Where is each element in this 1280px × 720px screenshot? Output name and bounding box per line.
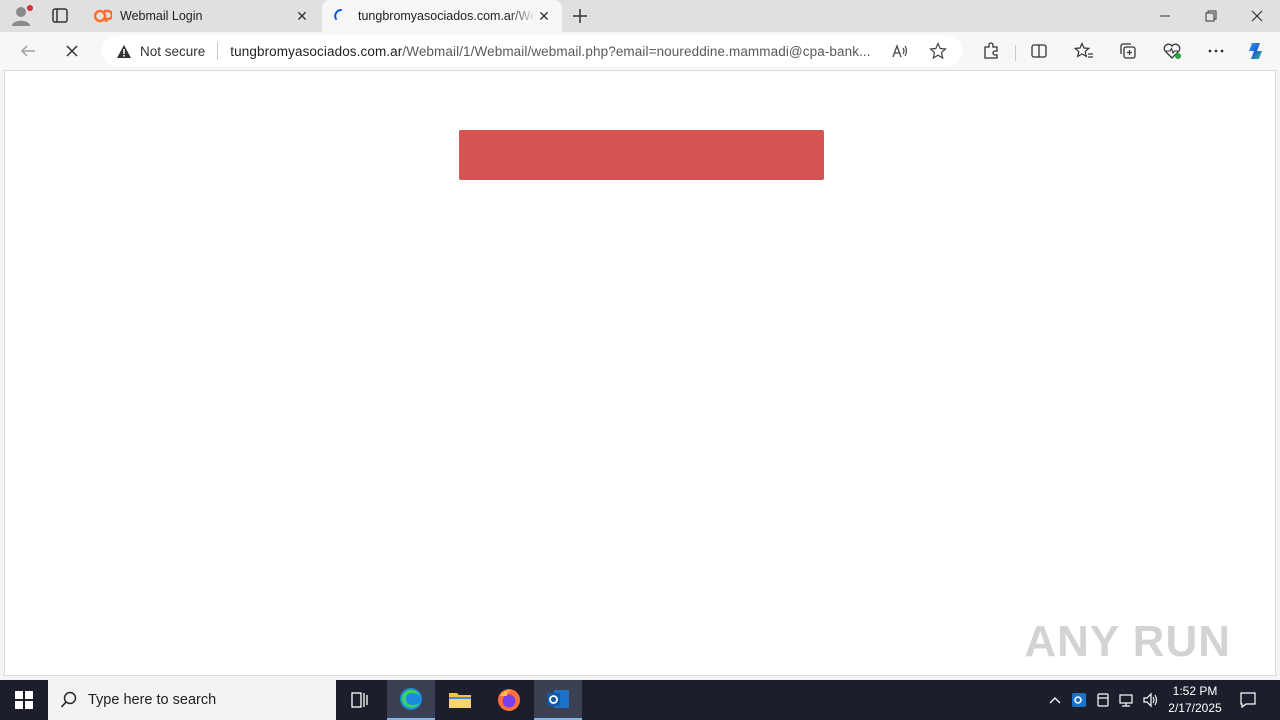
minimize-icon [1160,15,1170,17]
task-view-button[interactable] [336,680,384,720]
tab-current-page[interactable]: tungbromyasociados.com.ar/Webmail/1/Webm… [322,0,562,32]
tray-device[interactable] [1093,690,1113,710]
back-button[interactable] [14,38,42,64]
folder-icon [449,693,471,708]
tab-strip: Webmail Login ✕ tungbromyasociados.com.a… [0,0,1280,32]
tab-close-icon[interactable]: ✕ [294,8,310,24]
url-host: tungbromyasociados.com.ar [230,43,403,59]
taskbar-file-explorer[interactable] [436,680,484,720]
system-clock[interactable]: 1:52 PM 2/17/2025 [1162,683,1228,717]
read-aloud-icon [892,44,908,58]
tab-close-icon[interactable]: ✕ [536,8,552,24]
volume-icon [1143,692,1158,708]
chevron-up-icon [1049,697,1061,704]
close-icon [1251,10,1263,22]
task-view-icon [351,692,368,708]
read-aloud-button[interactable] [888,41,912,61]
tray-outlook[interactable] [1069,690,1089,710]
split-screen-button[interactable] [1027,40,1051,62]
warning-icon [117,44,131,58]
search-placeholder: Type here to search [88,692,217,708]
favorites-button[interactable] [1072,40,1096,62]
stop-icon [66,45,78,57]
watermark-text: ANY RUN [1024,617,1231,666]
start-button[interactable] [0,680,48,720]
browser-toolbar: Not secure tungbromyasociados.com.ar/Web… [0,32,1280,70]
collections-button[interactable] [1116,40,1140,62]
address-bar[interactable]: Not secure tungbromyasociados.com.ar/Web… [102,35,962,67]
tab-webmail-login[interactable]: Webmail Login ✕ [84,0,320,32]
clock-time: 1:52 PM [1172,684,1218,698]
error-banner [459,130,824,180]
restore-button[interactable] [1188,0,1234,32]
star-icon [929,42,947,60]
outlook-tray-icon [1072,693,1086,707]
anyrun-watermark: ANY RUN [1024,617,1231,667]
outlook-icon [547,690,569,708]
network-icon [1119,694,1133,707]
profile-button[interactable] [8,4,36,28]
heart-pulse-icon [1163,43,1181,59]
security-label: Not secure [140,43,206,59]
clock-date: 2/17/2025 [1168,701,1222,715]
close-window-button[interactable] [1234,0,1280,32]
tray-network[interactable] [1117,690,1137,710]
url-path: /Webmail/1/Webmail/webmail.php?email=nou… [402,43,871,59]
arrow-left-icon [20,45,35,57]
cpanel-logo-icon [94,7,112,25]
split-screen-icon [1031,44,1047,58]
puzzle-icon [984,42,998,59]
firefox-icon [498,689,520,711]
favorite-button[interactable] [926,41,950,61]
tab-title: Webmail Login [120,9,203,23]
device-icon [1097,693,1109,707]
copilot-button[interactable] [1245,40,1269,62]
tab-actions-icon [52,8,68,23]
show-hidden-icons-button[interactable] [1045,690,1065,710]
tab-title: tungbromyasociados.com.ar/Webmail/1/Webm… [358,9,536,23]
search-icon [60,691,77,708]
windows-taskbar: Type here to search 1:52 PM 2/17/2025 [0,680,1280,720]
stop-loading-button[interactable] [58,38,86,64]
collections-icon [1120,43,1136,59]
windows-logo-icon [15,691,33,709]
new-tab-button[interactable] [568,5,592,27]
plus-icon [573,9,587,23]
notification-icon [1240,692,1256,709]
more-icon [1208,49,1224,53]
restore-icon [1205,10,1217,22]
edge-icon [400,688,422,710]
taskbar-edge[interactable] [387,680,435,720]
favorites-icon [1074,42,1093,58]
tab-actions-menu[interactable] [48,5,72,27]
site-info-button[interactable]: Not secure [116,42,219,60]
extensions-button[interactable] [979,40,1003,62]
page-viewport: ANY RUN [4,70,1276,676]
settings-more-button[interactable] [1204,40,1228,62]
loading-icon [332,7,350,25]
toolbar-divider [1015,45,1016,61]
copilot-icon [1249,43,1262,59]
profile-avatar-icon [12,5,33,26]
tray-volume[interactable] [1141,690,1161,710]
taskbar-outlook[interactable] [534,680,582,720]
minimize-button[interactable] [1142,0,1188,32]
notifications-button[interactable] [1236,688,1260,712]
browser-essentials-button[interactable] [1160,40,1184,62]
taskbar-firefox[interactable] [485,680,533,720]
taskbar-search-box[interactable]: Type here to search [48,680,336,720]
url-text[interactable]: tungbromyasociados.com.ar/Webmail/1/Webm… [230,44,880,59]
